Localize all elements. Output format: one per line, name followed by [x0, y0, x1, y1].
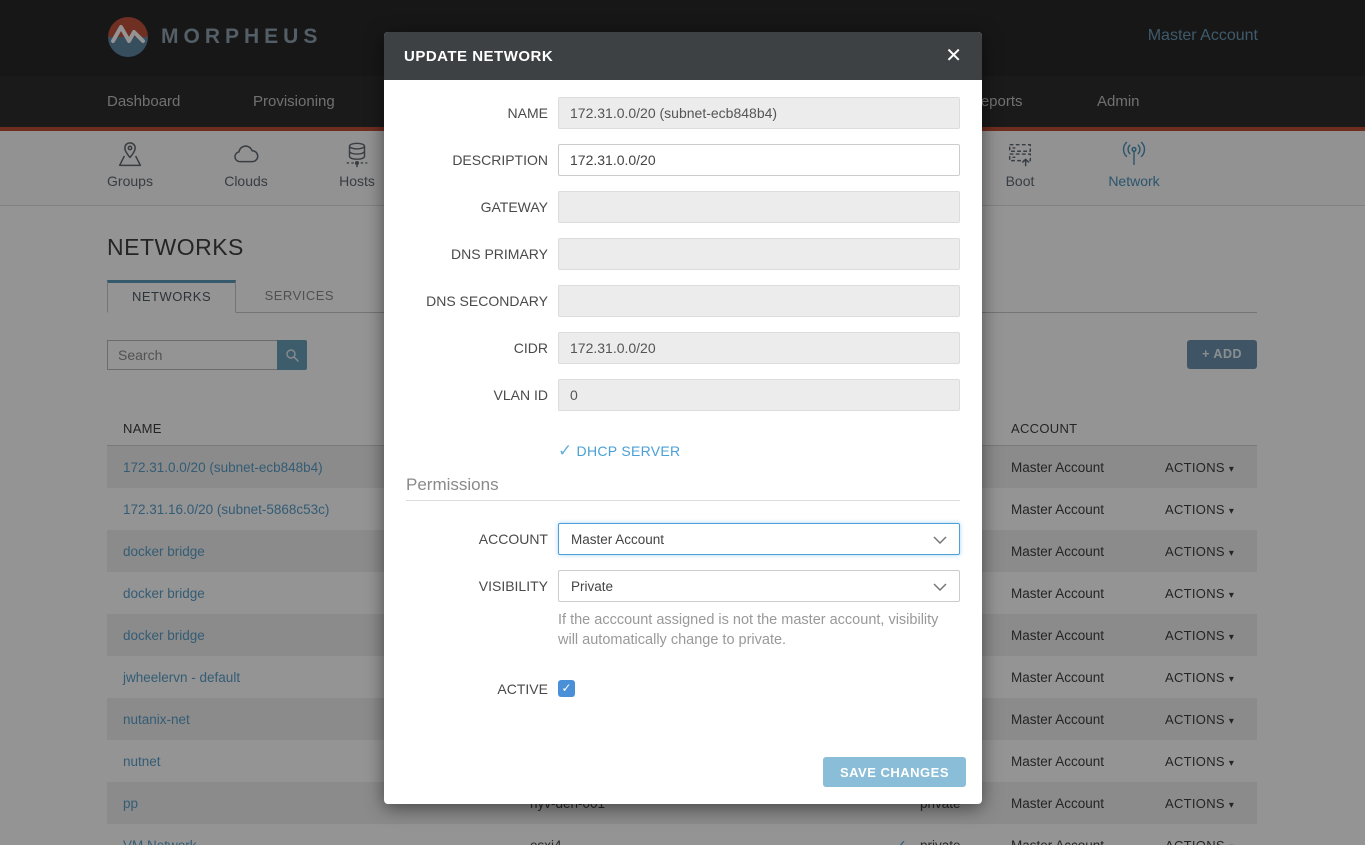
- description-field-label: DESCRIPTION: [406, 152, 548, 168]
- account-select[interactable]: Master Account: [558, 523, 960, 555]
- active-checkbox[interactable]: ✓: [558, 680, 575, 697]
- vlan-id-field-label: VLAN ID: [406, 387, 548, 403]
- close-icon[interactable]: ✕: [945, 46, 962, 66]
- cidr-field: [558, 332, 960, 364]
- visibility-select-label: VISIBILITY: [406, 578, 548, 594]
- name-field: [558, 97, 960, 129]
- dns-secondary-field: [558, 285, 960, 317]
- vlan-id-field: [558, 379, 960, 411]
- dhcp-server-toggle[interactable]: ✓ DHCP SERVER: [558, 441, 960, 461]
- dhcp-server-label: DHCP SERVER: [577, 443, 681, 459]
- name-field-label: NAME: [406, 105, 548, 121]
- chevron-down-icon: [933, 536, 947, 544]
- dns-primary-field: [558, 238, 960, 270]
- modal-body: NAME DESCRIPTION GATEWAY DNS PRIMARY DNS…: [384, 80, 982, 804]
- description-field[interactable]: [558, 144, 960, 176]
- modal-title: UPDATE NETWORK: [404, 48, 553, 65]
- visibility-help-text: If the acccount assigned is not the mast…: [558, 610, 962, 650]
- gateway-field: [558, 191, 960, 223]
- dns-secondary-field-label: DNS SECONDARY: [406, 293, 548, 309]
- app-window: MORPHEUS Master Account Dashboard Provis…: [0, 0, 1365, 845]
- gateway-field-label: GATEWAY: [406, 199, 548, 215]
- dns-primary-field-label: DNS PRIMARY: [406, 246, 548, 262]
- check-icon: ✓: [558, 441, 573, 461]
- active-checkbox-label: ACTIVE: [406, 681, 548, 697]
- cidr-field-label: CIDR: [406, 340, 548, 356]
- visibility-select[interactable]: Private: [558, 570, 960, 602]
- chevron-down-icon: [933, 583, 947, 591]
- check-icon: ✓: [561, 681, 571, 695]
- permissions-section-heading: Permissions: [406, 475, 960, 501]
- account-select-label: ACCOUNT: [406, 531, 548, 547]
- save-changes-button[interactable]: SAVE CHANGES: [823, 757, 966, 787]
- modal-header: UPDATE NETWORK ✕: [384, 32, 982, 80]
- update-network-modal: UPDATE NETWORK ✕ NAME DESCRIPTION GATEWA…: [384, 32, 982, 804]
